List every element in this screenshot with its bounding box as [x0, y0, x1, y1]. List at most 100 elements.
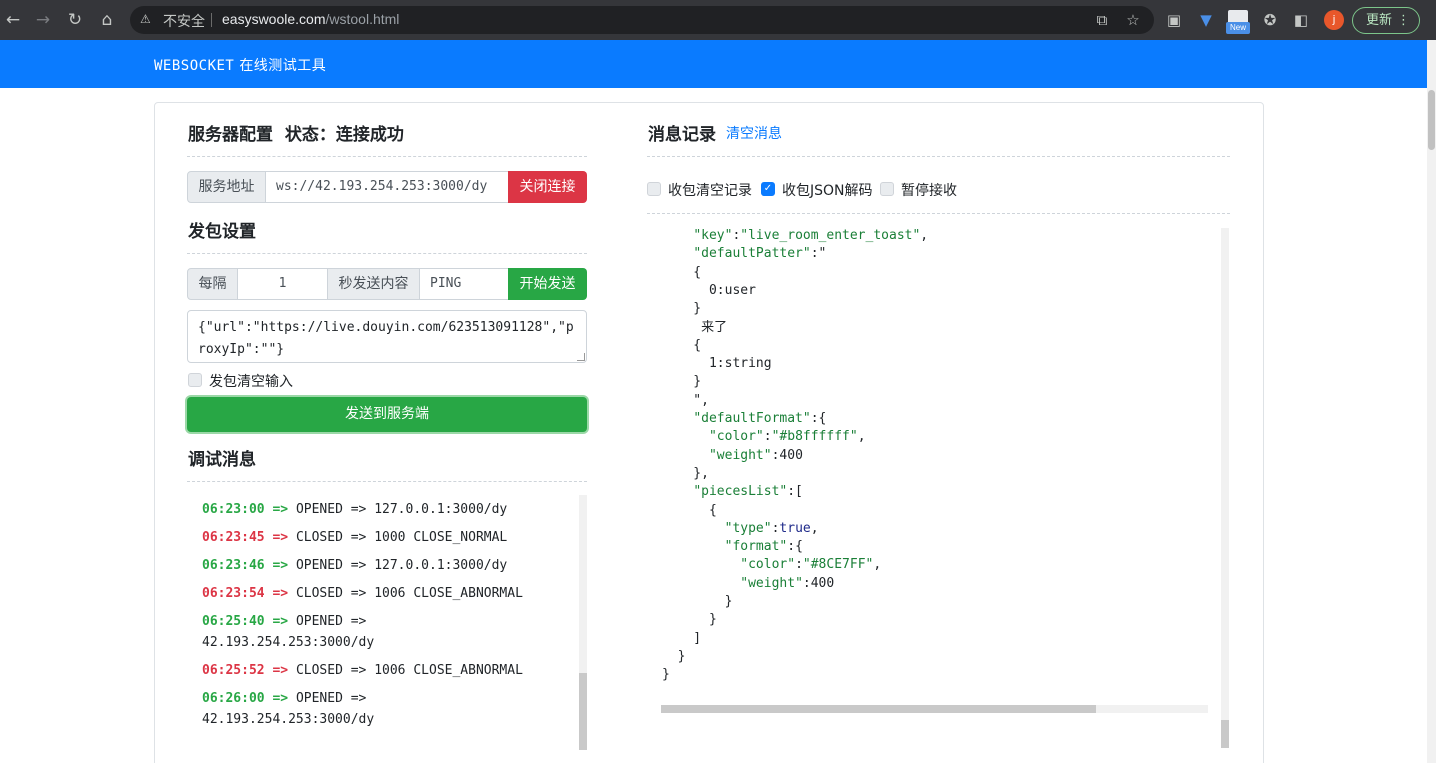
- debug-heading: 调试消息: [188, 450, 256, 470]
- clear-input-label: 发包清空输入: [209, 374, 293, 390]
- log-text: OPENED => 127.0.0.1:3000/dy: [295, 502, 508, 517]
- log-time: 06:25:52: [202, 663, 265, 678]
- send-settings-heading: 发包设置: [188, 222, 256, 242]
- title-en: WEBSOCKET: [154, 58, 235, 74]
- side-panel-icon[interactable]: ◧: [1291, 10, 1311, 30]
- log-text: CLOSED => 1000 CLOSE_NORMAL: [295, 530, 508, 545]
- clear-on-receive-checkbox[interactable]: [647, 182, 661, 196]
- json-line: "key":"live_room_enter_toast",: [693, 228, 929, 243]
- log-arrow: =>: [272, 558, 289, 573]
- back-icon[interactable]: ←: [2, 9, 24, 31]
- start-sending-button[interactable]: 开始发送: [508, 268, 587, 300]
- resize-handle[interactable]: [577, 353, 585, 361]
- log-entry: 06:25:40 => OPENED => 42.193.254.253:3000…: [202, 611, 572, 653]
- log-entry: 06:23:45 => CLOSED => 1000 CLOSE_NORMAL: [202, 527, 572, 548]
- clear-input-checkbox[interactable]: [188, 373, 202, 387]
- json-decode-checkbox[interactable]: ✓: [761, 182, 775, 196]
- send-content-label: 秒发送内容: [327, 268, 420, 300]
- scrollbar-thumb[interactable]: [661, 705, 1096, 713]
- payload-textarea[interactable]: {"url":"https://live.douyin.com/62351309…: [187, 310, 587, 363]
- warning-icon[interactable]: ⚠: [140, 12, 154, 26]
- json-line: ",: [662, 392, 709, 408]
- log-time: 06:23:54: [202, 586, 265, 601]
- log-text: CLOSED => 1006 CLOSE_ABNORMAL: [295, 586, 523, 601]
- divider: [647, 156, 1230, 157]
- json-line: 1:string: [662, 356, 772, 372]
- more-vert-icon: ⋮: [1397, 13, 1410, 28]
- page-scrollbar[interactable]: [1427, 40, 1436, 763]
- json-vertical-scrollbar[interactable]: [1221, 228, 1229, 748]
- forward-icon[interactable]: →: [32, 9, 54, 31]
- send-to-server-button[interactable]: 发送到服务端: [187, 397, 587, 432]
- log-text-cont: 42.193.254.253:3000/dy: [202, 712, 375, 727]
- json-horizontal-scrollbar[interactable]: [661, 705, 1208, 713]
- json-line: "weight":400: [740, 575, 835, 591]
- messages-heading: 消息记录: [648, 125, 716, 145]
- json-line: },: [662, 465, 709, 481]
- page-header: WEBSOCKET 在线测试工具: [0, 40, 1427, 88]
- puzzle-icon[interactable]: ✪: [1260, 10, 1280, 30]
- json-line: "piecesList":[: [693, 484, 803, 500]
- log-arrow: =>: [272, 502, 289, 517]
- divider: [187, 481, 587, 482]
- json-line: {: [662, 502, 717, 518]
- log-time: 06:23:00: [202, 502, 265, 517]
- json-line: 来了: [662, 319, 728, 335]
- divider: [187, 156, 587, 157]
- payload-text: {"url":"https://live.douyin.com/62351309…: [198, 320, 574, 357]
- log-entry: 06:23:46 => OPENED => 127.0.0.1:3000/dy: [202, 555, 572, 576]
- json-decode-text: 收包JSON解码: [782, 183, 873, 199]
- every-label: 每隔: [187, 268, 238, 300]
- share-icon[interactable]: ⧉: [1093, 11, 1111, 29]
- update-button[interactable]: 更新 ⋮: [1352, 7, 1420, 34]
- json-line: {: [662, 337, 702, 353]
- clear-messages-link[interactable]: 清空消息: [726, 123, 782, 143]
- json-line: 0:user: [662, 282, 756, 298]
- log-arrow: =>: [272, 614, 289, 629]
- json-line: "weight":400: [708, 447, 803, 463]
- server-config-heading: 服务器配置 状态：连接成功: [188, 120, 404, 145]
- log-text: CLOSED => 1006 CLOSE_ABNORMAL: [295, 663, 523, 678]
- connection-status: 状态：连接成功: [284, 125, 404, 145]
- divider: [211, 13, 212, 27]
- bookmark-star-icon[interactable]: ☆: [1124, 11, 1142, 29]
- reader-icon[interactable]: ▣: [1164, 10, 1184, 30]
- log-arrow: =>: [272, 530, 289, 545]
- log-entry: 06:23:54 => CLOSED => 1006 CLOSE_ABNORMA…: [202, 583, 572, 604]
- close-connection-button[interactable]: 关闭连接: [508, 171, 587, 203]
- scrollbar-thumb[interactable]: [579, 673, 587, 750]
- interval-input[interactable]: 1: [237, 268, 328, 300]
- log-time: 06:25:40: [202, 614, 265, 629]
- log-time: 06:26:00: [202, 691, 265, 706]
- json-line: "type":true,: [724, 520, 819, 536]
- json-line: "defaultPatter":": [693, 246, 827, 262]
- send-content-input[interactable]: PING: [419, 268, 509, 300]
- profile-avatar[interactable]: j: [1324, 10, 1344, 30]
- extension-layers-icon[interactable]: ▼: [1196, 10, 1216, 30]
- log-time: 06:23:46: [202, 558, 265, 573]
- extension-new-icon[interactable]: New: [1226, 10, 1250, 34]
- debug-log: 06:23:00 => OPENED => 127.0.0.1:3000/dy …: [188, 495, 588, 755]
- scrollbar-thumb[interactable]: [1221, 720, 1229, 748]
- json-line: {: [662, 264, 702, 280]
- url-text[interactable]: easyswoole.com/wstool.html: [222, 11, 399, 27]
- debug-log-scrollbar[interactable]: [579, 495, 587, 750]
- reload-icon[interactable]: ↻: [64, 9, 86, 31]
- browser-toolbar: ← → ↻ ⌂ ⚠ 不安全 easyswoole.com/wstool.html…: [0, 0, 1436, 40]
- json-line: "defaultFormat":{: [693, 411, 827, 426]
- address-bar[interactable]: ⚠ 不安全 easyswoole.com/wstool.html ⧉ ☆: [130, 6, 1154, 34]
- page-title: WEBSOCKET 在线测试工具: [154, 55, 326, 75]
- insecure-label[interactable]: 不安全: [163, 11, 205, 31]
- json-line: }: [662, 667, 670, 683]
- log-entry: 06:25:52 => CLOSED => 1006 CLOSE_ABNORMA…: [202, 660, 572, 681]
- scrollbar-thumb[interactable]: [1428, 90, 1435, 150]
- message-json-view: "key":"live_room_enter_toast", "defaultP…: [660, 226, 1208, 706]
- log-text: OPENED =>: [295, 691, 367, 706]
- home-icon[interactable]: ⌂: [96, 9, 118, 31]
- pause-receive-checkbox[interactable]: [880, 182, 894, 196]
- url-host: easyswoole.com: [222, 11, 326, 27]
- log-entry: 06:23:00 => OPENED => 127.0.0.1:3000/dy: [202, 499, 572, 520]
- server-addr-input[interactable]: ws://42.193.254.253:3000/dy: [265, 171, 509, 203]
- new-badge: New: [1226, 22, 1250, 34]
- log-arrow: =>: [272, 691, 289, 706]
